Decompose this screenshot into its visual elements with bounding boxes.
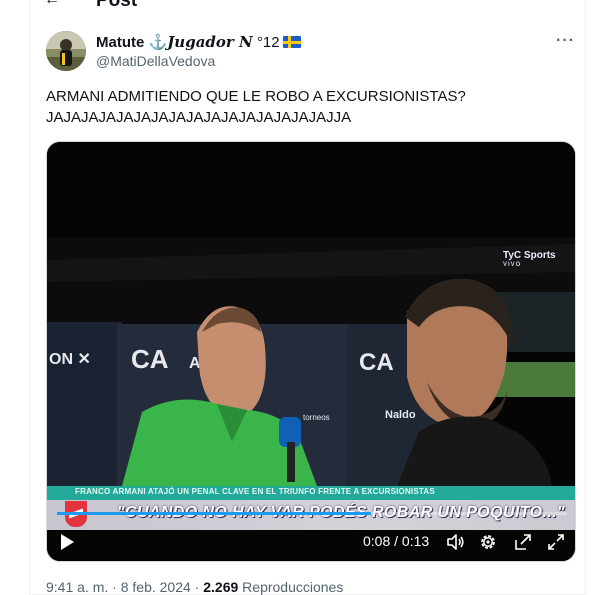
author-name-number: °12 — [256, 34, 280, 51]
avatar-image — [46, 31, 86, 71]
video-time: 0:08 / 0:13 — [363, 533, 429, 549]
tweet-text-line: ARMANI ADMITIENDO QUE LE ROBO A EXCURSIO… — [46, 88, 466, 105]
lower-third-text: FRANCO ARMANI ATAJÓ UN PENAL CLAVE EN EL… — [75, 487, 435, 496]
sweden-flag-icon — [282, 36, 301, 48]
svg-text:CA: CA — [131, 344, 169, 374]
video-controls: 0:08 / 0:13 — [47, 522, 575, 561]
author-name[interactable]: Matute ⚓𝑱𝒖𝒈𝒂𝒅𝒐𝒓 𝑵 °12 — [96, 33, 301, 51]
svg-text:CA: CA — [359, 349, 394, 376]
broadcaster-logo: TyC Sports VIVO — [503, 250, 556, 268]
broadcaster-name: TyC Sports — [503, 250, 556, 261]
video-progress-fill — [57, 512, 371, 515]
post-time[interactable]: 9:41 a. m. — [46, 579, 108, 595]
video-progress-bar[interactable] — [57, 512, 567, 515]
svg-text:Naldo: Naldo — [385, 409, 416, 421]
popout-icon[interactable] — [513, 532, 533, 552]
avatar[interactable] — [46, 31, 86, 71]
svg-text:torneos: torneos — [303, 413, 330, 422]
settings-gear-icon[interactable] — [478, 532, 498, 552]
meta-separator: · — [194, 579, 200, 595]
more-options-icon[interactable]: ··· — [556, 32, 575, 50]
svg-text:ON ✕: ON ✕ — [49, 351, 91, 368]
author-handle[interactable]: @MatiDellaVedova — [96, 53, 215, 69]
views-label: Reproducciones — [242, 579, 344, 595]
fullscreen-icon[interactable] — [546, 532, 566, 552]
time-total: 0:13 — [401, 533, 430, 549]
tweet-text: ARMANI ADMITIENDO QUE LE ROBO A EXCURSIO… — [46, 86, 566, 128]
column-border-left — [29, 0, 30, 595]
page-title: Post — [96, 0, 138, 11]
author-name-prefix: Matute — [96, 34, 145, 51]
lower-third-banner: FRANCO ARMANI ATAJÓ UN PENAL CLAVE EN EL… — [47, 486, 575, 500]
meta-separator: · — [112, 579, 117, 595]
author-name-fancy: 𝑱𝒖𝒈𝒂𝒅𝒐𝒓 𝑵 — [167, 33, 253, 51]
volume-icon[interactable] — [445, 532, 465, 552]
play-icon[interactable] — [61, 534, 74, 550]
tweet-text-line: JAJAJAJAJAJAJAJAJAJAJAJAJAJAJAJAJJA — [46, 109, 352, 126]
top-bar: ← Post — [0, 0, 591, 16]
broadcaster-sub: VIVO — [503, 262, 522, 268]
video-player[interactable]: ON ✕ CA AX CA Naldo torneos TyC Sports V… — [46, 141, 576, 562]
column-border-right — [585, 0, 586, 595]
post-date[interactable]: 8 feb. 2024 — [121, 579, 191, 595]
back-arrow-icon[interactable]: ← — [44, 0, 60, 9]
time-current: 0:08 — [363, 533, 391, 549]
anchor-icon: ⚓ — [148, 34, 168, 51]
post-metadata: 9:41 a. m. · 8 feb. 2024 · 2.269 Reprodu… — [46, 579, 343, 595]
time-separator: / — [394, 533, 399, 549]
views-count: 2.269 — [203, 579, 239, 595]
